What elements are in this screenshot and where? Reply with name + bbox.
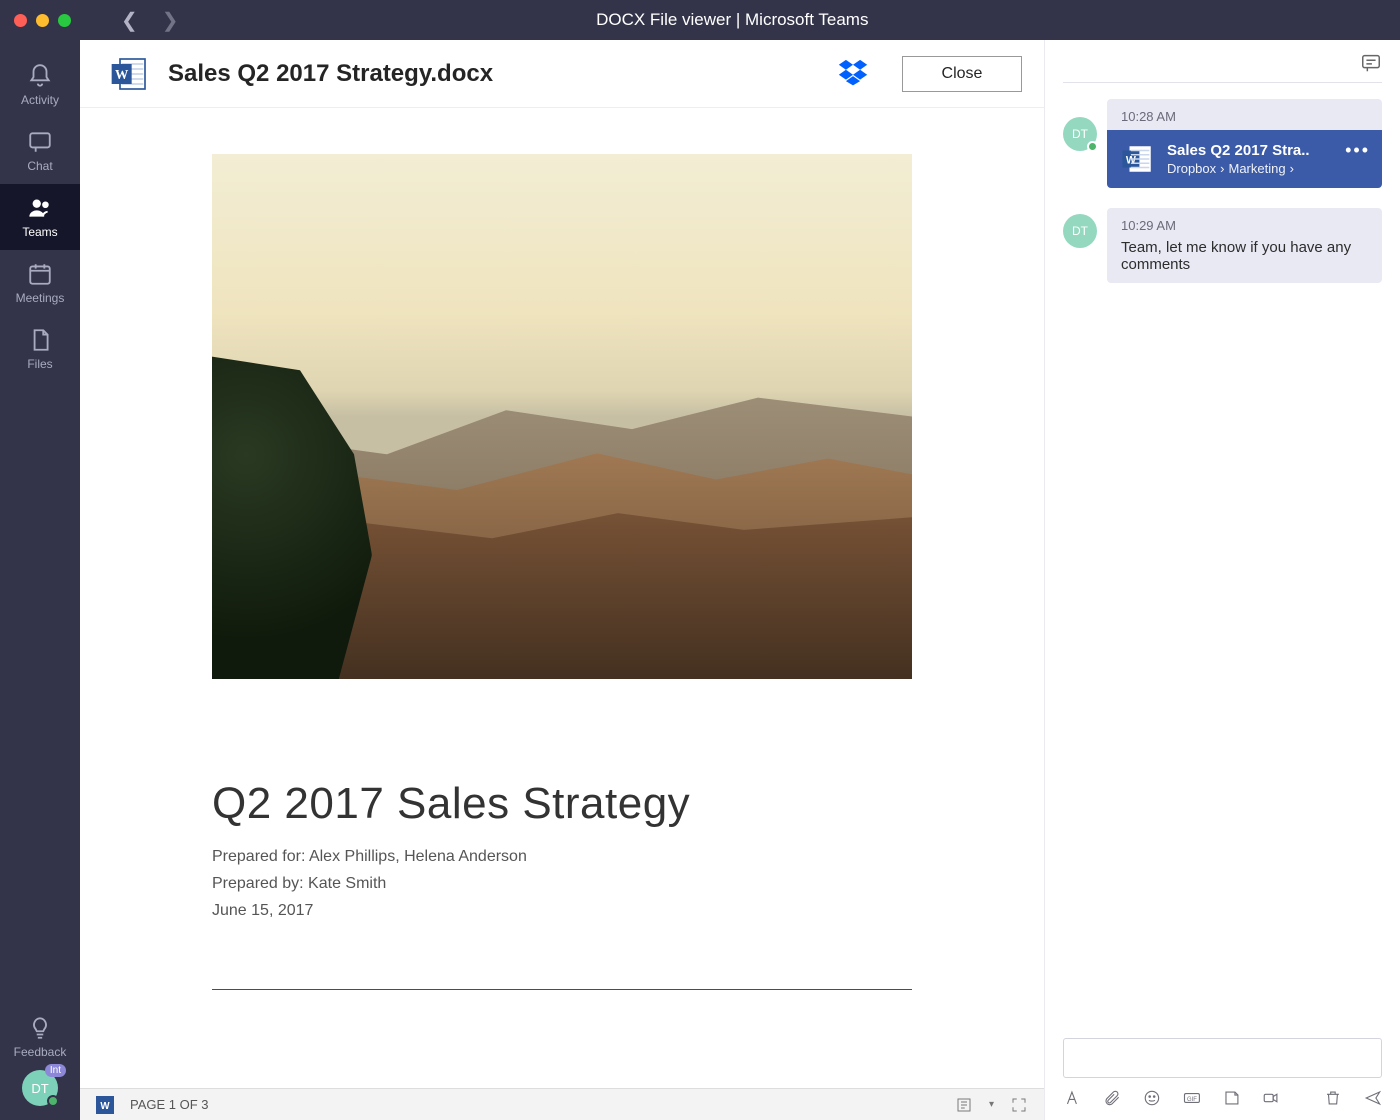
compose-input[interactable] (1063, 1038, 1382, 1078)
file-more-icon[interactable]: ••• (1345, 140, 1370, 161)
doc-heading: Q2 2017 Sales Strategy (212, 779, 912, 829)
file-title: Sales Q2 2017 Stra.. (1167, 142, 1310, 161)
rail-label: Files (27, 357, 52, 371)
message-bubble: 10:28 AM W Sales Q2 2017 Stra.. Dropbox … (1107, 99, 1382, 188)
close-window-icon[interactable] (14, 14, 27, 27)
forward-button[interactable]: ❯ (162, 8, 179, 33)
svg-text:W: W (115, 67, 129, 82)
chat-top-actions (1045, 52, 1400, 82)
section-rule (212, 989, 912, 990)
close-button[interactable]: Close (902, 56, 1022, 92)
titlebar: ❮ ❯ DOCX File viewer | Microsoft Teams (0, 0, 1400, 40)
chat-panel: DT 10:28 AM W Sales Q2 2017 Stra.. Dropb… (1044, 40, 1400, 1120)
rail-label: Activity (21, 93, 59, 107)
calendar-icon (27, 261, 53, 287)
rail-label: Feedback (14, 1045, 67, 1059)
message-time: 10:28 AM (1121, 109, 1368, 124)
rail-label: Meetings (16, 291, 65, 305)
doc-date: June 15, 2017 (212, 897, 912, 924)
chat-message-2[interactable]: DT 10:29 AM Team, let me know if you hav… (1045, 208, 1400, 293)
trash-icon[interactable] (1324, 1088, 1342, 1108)
svg-text:GIF: GIF (1187, 1097, 1197, 1103)
avatar-badge: Int (45, 1064, 66, 1077)
avatar-initials: DT (31, 1081, 48, 1096)
rail-feedback[interactable]: Feedback (0, 1004, 80, 1070)
doc-header: W Sales Q2 2017 Strategy.docx Close (80, 40, 1044, 108)
word-small-icon: W (96, 1096, 114, 1114)
compose-area: GIF (1045, 1038, 1400, 1120)
presence-available-icon (1087, 141, 1098, 152)
chat-message-1[interactable]: DT 10:28 AM W Sales Q2 2017 Stra.. Dropb… (1045, 99, 1400, 198)
compose-toolbar: GIF (1063, 1078, 1382, 1108)
reading-view-icon[interactable] (955, 1096, 973, 1114)
doc-page: Q2 2017 Sales Strategy Prepared for: Ale… (122, 118, 1002, 1088)
rail-files[interactable]: Files (0, 316, 80, 382)
chat-icon (27, 129, 53, 155)
view-dropdown-icon[interactable]: ▾ (989, 1099, 994, 1110)
svg-text:W: W (1126, 154, 1136, 166)
gif-icon[interactable]: GIF (1183, 1088, 1201, 1108)
bell-icon (27, 63, 53, 89)
rail-label: Teams (22, 225, 57, 239)
file-icon (27, 327, 53, 353)
word-file-icon: W (1121, 142, 1155, 176)
attach-icon[interactable] (1103, 1088, 1121, 1108)
window-controls (14, 14, 71, 27)
presence-available-icon (47, 1095, 59, 1107)
sender-avatar[interactable]: DT (1063, 117, 1097, 151)
format-icon[interactable] (1063, 1088, 1081, 1108)
emoji-icon[interactable] (1143, 1088, 1161, 1108)
send-icon[interactable] (1364, 1088, 1382, 1108)
lightbulb-icon (27, 1015, 53, 1041)
sender-avatar[interactable]: DT (1063, 214, 1097, 248)
zoom-window-icon[interactable] (58, 14, 71, 27)
sticker-icon[interactable] (1223, 1088, 1241, 1108)
window-title: DOCX File viewer | Microsoft Teams (79, 10, 1386, 30)
avatar-initials: DT (1072, 224, 1088, 238)
avatar-initials: DT (1072, 127, 1088, 141)
doc-meta: Prepared for: Alex Phillips, Helena Ande… (212, 843, 912, 925)
rail-activity[interactable]: Activity (0, 52, 80, 118)
doc-filename: Sales Q2 2017 Strategy.docx (168, 60, 818, 88)
prepared-for: Prepared for: Alex Phillips, Helena Ande… (212, 843, 912, 870)
svg-text:W: W (100, 1100, 110, 1111)
chevron-right-icon: › (1220, 161, 1224, 176)
meet-now-icon[interactable] (1262, 1088, 1280, 1108)
message-text: Team, let me know if you have any commen… (1121, 239, 1368, 273)
chevron-right-icon: › (1290, 161, 1294, 176)
message-bubble: 10:29 AM Team, let me know if you have a… (1107, 208, 1382, 283)
message-time: 10:29 AM (1121, 218, 1368, 233)
dropbox-icon[interactable] (836, 57, 870, 91)
doc-viewport[interactable]: Q2 2017 Sales Strategy Prepared for: Ale… (80, 108, 1044, 1088)
minimize-window-icon[interactable] (36, 14, 49, 27)
current-user-avatar[interactable]: DT Int (22, 1070, 58, 1106)
app-rail: Activity Chat Teams Meetings Files Feedb… (0, 40, 80, 1120)
chat-divider (1063, 82, 1382, 83)
prepared-by: Prepared by: Kate Smith (212, 870, 912, 897)
teams-icon (27, 195, 53, 221)
rail-chat[interactable]: Chat (0, 118, 80, 184)
document-viewer: W Sales Q2 2017 Strategy.docx Close Q2 2… (80, 40, 1044, 1120)
file-path: Dropbox › Marketing › (1167, 161, 1310, 176)
fullscreen-icon[interactable] (1010, 1096, 1028, 1114)
rail-teams[interactable]: Teams (0, 184, 80, 250)
rail-label: Chat (27, 159, 52, 173)
hero-image (212, 154, 912, 679)
word-app-icon: W (110, 54, 150, 94)
file-attachment-card[interactable]: W Sales Q2 2017 Stra.. Dropbox › Marketi… (1107, 130, 1382, 188)
statusbar: W PAGE 1 OF 3 ▾ (80, 1088, 1044, 1120)
page-indicator[interactable]: PAGE 1 OF 3 (130, 1097, 209, 1112)
rail-meetings[interactable]: Meetings (0, 250, 80, 316)
open-chat-icon[interactable] (1360, 52, 1382, 74)
